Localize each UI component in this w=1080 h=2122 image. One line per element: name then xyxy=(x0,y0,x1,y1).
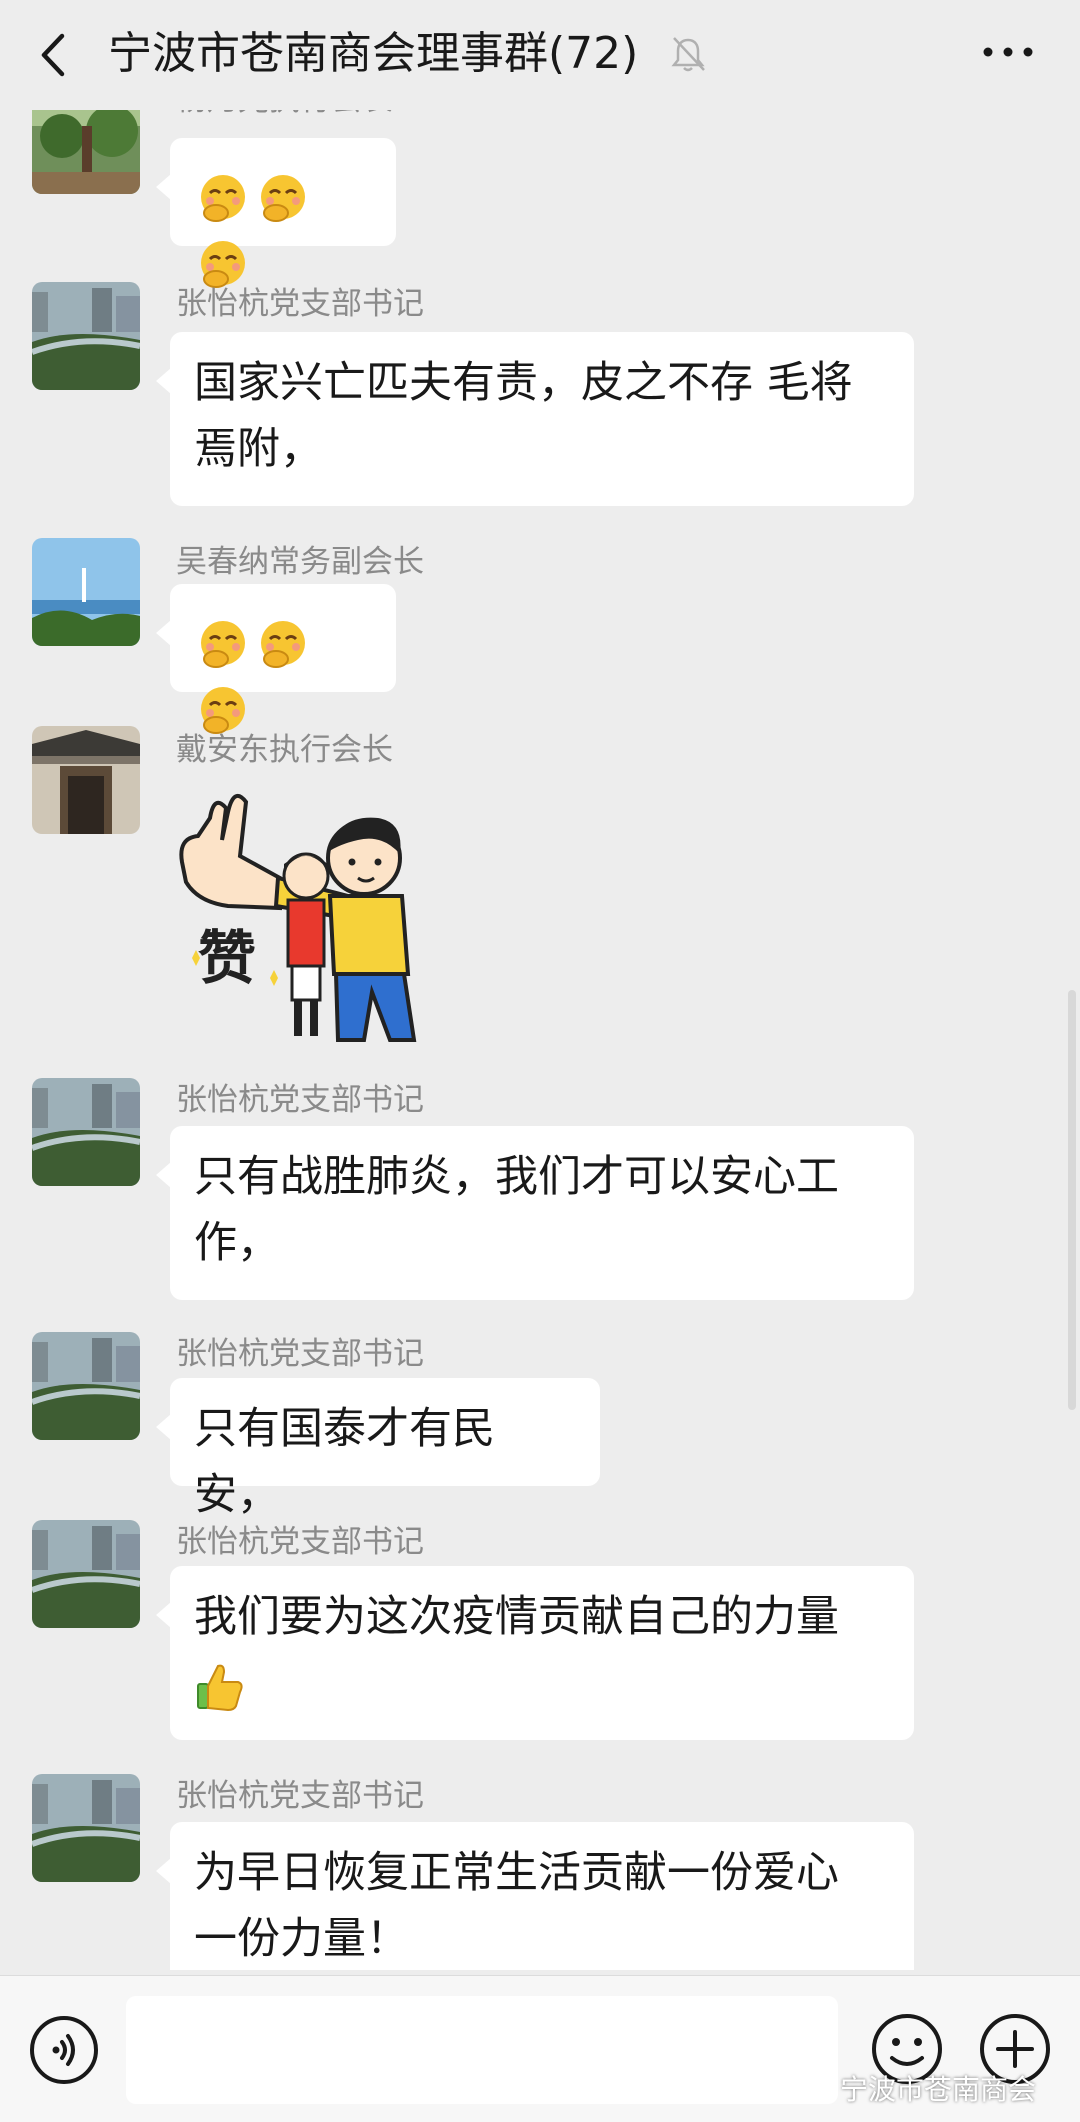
avatar[interactable] xyxy=(32,110,140,194)
message-bubble[interactable] xyxy=(156,584,396,734)
message-text-line: 国家兴亡匹夫有责，皮之不存 毛将 xyxy=(194,358,853,408)
thumbs-up-sticker[interactable]: 赞 xyxy=(168,778,438,1048)
sender-name: 戴安东执行会长 xyxy=(176,732,393,768)
message-input[interactable] xyxy=(126,1996,838,2104)
face-hand-over-mouth-icon xyxy=(196,617,250,671)
message-text-line: 只有国泰才有民安， xyxy=(194,1404,495,1520)
bell-off-icon xyxy=(671,37,705,72)
avatar[interactable] xyxy=(32,538,140,646)
face-hand-over-mouth-icon xyxy=(196,237,250,291)
chevron-left-icon[interactable] xyxy=(34,30,74,80)
chat-message-list[interactable]: 杨乃光执行会长 张怡杭党支部书记 国家兴亡匹夫有责，皮之不存 毛将 焉附， 吴春… xyxy=(0,110,1080,1970)
message-text-line: 我们要为这次疫情贡献自己的力量 xyxy=(194,1592,839,1642)
sender-name: 张怡杭党支部书记 xyxy=(176,1778,424,1814)
avatar[interactable] xyxy=(32,1774,140,1882)
chat-title: 宁波市苍南商会理事群(72) xyxy=(108,28,639,79)
sender-name: 张怡杭党支部书记 xyxy=(176,1336,424,1372)
message-bubble[interactable]: 只有战胜肺炎，我们才可以安心工 作， xyxy=(156,1126,914,1300)
message-text-line: 只有战胜肺炎，我们才可以安心工 xyxy=(194,1152,839,1202)
sender-name: 吴春纳常务副会长 xyxy=(176,544,424,580)
message-bubble[interactable]: 只有国泰才有民安， xyxy=(156,1378,600,1520)
avatar[interactable] xyxy=(32,1332,140,1440)
chat-header: 宁波市苍南商会理事群(72) xyxy=(0,0,1080,110)
message-bubble[interactable]: 我们要为这次疫情贡献自己的力量 xyxy=(156,1566,914,1740)
message-bubble[interactable] xyxy=(156,138,396,288)
sender-name: 张怡杭党支部书记 xyxy=(176,1524,424,1560)
svg-text:赞: 赞 xyxy=(198,924,256,992)
watermark: 宁波市苍南商会 xyxy=(800,2068,1036,2108)
face-hand-over-mouth-icon xyxy=(196,171,250,225)
wechat-logo-icon xyxy=(800,2074,834,2101)
avatar[interactable] xyxy=(32,282,140,390)
sender-name: 张怡杭党支部书记 xyxy=(176,1082,424,1118)
watermark-text: 宁波市苍南商会 xyxy=(840,2073,1037,2106)
message-bubble[interactable]: 为早日恢复正常生活贡献一份爱心 一份力量！ xyxy=(156,1822,914,1970)
scrollbar-thumb[interactable] xyxy=(1068,990,1076,1410)
avatar[interactable] xyxy=(32,1078,140,1186)
message-text-line: 一份力量！ xyxy=(194,1914,409,1964)
more-dots-icon[interactable] xyxy=(978,32,1038,72)
voice-icon[interactable] xyxy=(28,2014,100,2086)
sender-name: 张怡杭党支部书记 xyxy=(176,286,424,322)
face-hand-over-mouth-icon xyxy=(256,617,310,671)
sender-name: 杨乃光执行会长 xyxy=(176,110,393,120)
message-text-line: 作， xyxy=(194,1218,280,1268)
thumbs-up-icon xyxy=(194,1660,246,1712)
avatar[interactable] xyxy=(32,726,140,834)
face-hand-over-mouth-icon xyxy=(196,683,250,737)
message-bubble[interactable]: 国家兴亡匹夫有责，皮之不存 毛将 焉附， xyxy=(156,332,914,506)
message-text-line: 为早日恢复正常生活贡献一份爱心 xyxy=(194,1848,839,1898)
message-text-line: 焉附， xyxy=(194,424,323,474)
face-hand-over-mouth-icon xyxy=(256,171,310,225)
avatar[interactable] xyxy=(32,1520,140,1628)
